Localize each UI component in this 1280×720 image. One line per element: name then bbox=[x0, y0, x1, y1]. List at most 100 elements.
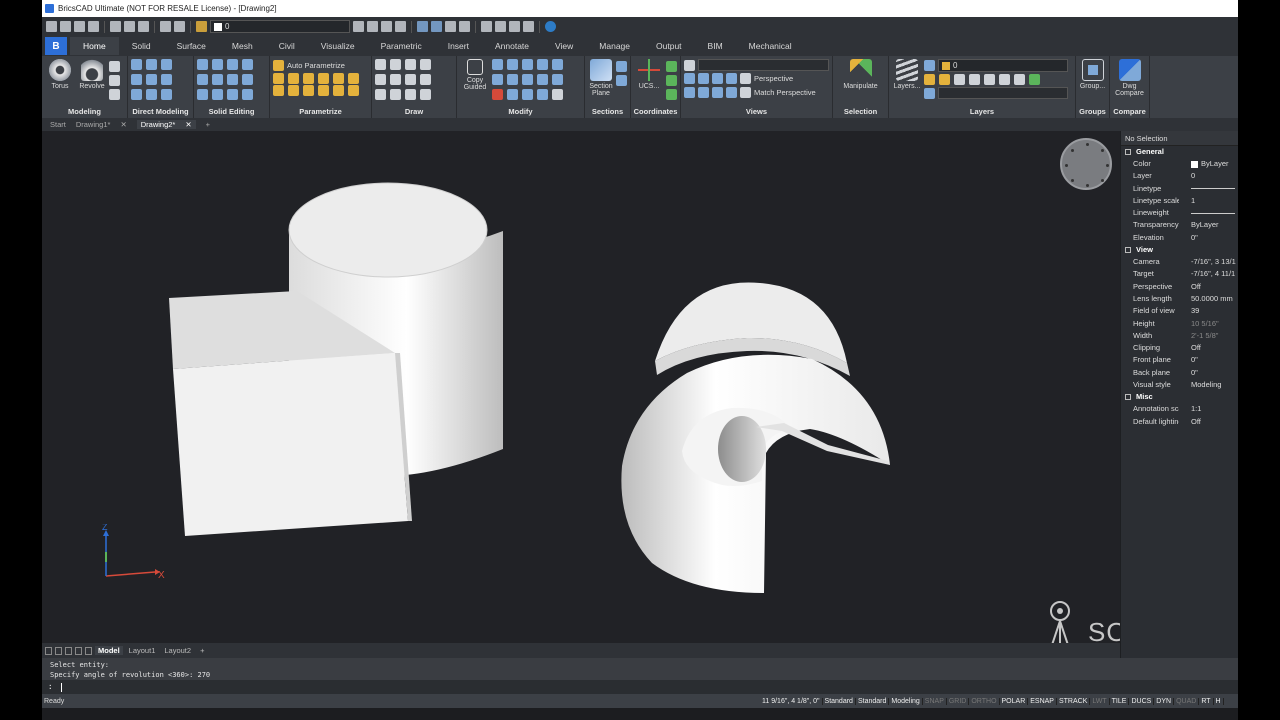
property-row[interactable]: Clipping Off bbox=[1121, 342, 1238, 354]
array-icon[interactable] bbox=[537, 74, 548, 85]
property-row[interactable]: Default lighting Off bbox=[1121, 416, 1238, 428]
interfere-icon[interactable] bbox=[197, 89, 208, 100]
pattern-icon[interactable] bbox=[333, 85, 344, 96]
intersect-icon[interactable] bbox=[227, 59, 238, 70]
delete-faces-icon[interactable] bbox=[161, 74, 172, 85]
add-layout-button[interactable]: + bbox=[197, 646, 207, 655]
property-value[interactable]: Off bbox=[1179, 281, 1238, 293]
undo-icon[interactable] bbox=[160, 21, 171, 32]
section-plane-button[interactable]: Section Plane bbox=[588, 59, 614, 107]
status-toggle-modeling[interactable]: Modeling bbox=[889, 697, 923, 705]
property-row[interactable]: Transparency ByLayer bbox=[1121, 219, 1238, 231]
tab-insert[interactable]: Insert bbox=[435, 37, 482, 55]
property-row[interactable]: Lens length 50.0000 mm bbox=[1121, 293, 1238, 305]
property-value[interactable]: 2'-1 5/8" bbox=[1179, 330, 1238, 342]
angle-constraint-icon[interactable] bbox=[303, 85, 314, 96]
tab-layout2[interactable]: Layout2 bbox=[161, 646, 194, 655]
erase-icon[interactable] bbox=[367, 21, 378, 32]
ucs-previous-icon[interactable] bbox=[666, 75, 677, 86]
property-row[interactable]: Visual style Modeling bbox=[1121, 379, 1238, 391]
layer-state-icon[interactable] bbox=[196, 21, 207, 32]
shell-icon[interactable] bbox=[197, 74, 208, 85]
region-icon[interactable] bbox=[420, 89, 431, 100]
section-misc[interactable]: Misc bbox=[1121, 391, 1238, 403]
arc-icon[interactable] bbox=[390, 59, 401, 70]
doc-tab-drawing1[interactable]: Drawing1* ✕ bbox=[76, 120, 127, 129]
model-viewport[interactable]: X Z SOURCEC bbox=[42, 131, 1120, 643]
view-3d-icon[interactable] bbox=[712, 73, 723, 84]
structure-icon[interactable] bbox=[509, 21, 520, 32]
sweep-icon[interactable] bbox=[242, 89, 253, 100]
tab-view[interactable]: View bbox=[542, 37, 586, 55]
section-view[interactable]: View bbox=[1121, 244, 1238, 256]
application-menu-button[interactable]: B bbox=[45, 37, 67, 55]
first-layout-icon[interactable] bbox=[45, 646, 52, 655]
new-file-icon[interactable] bbox=[46, 21, 57, 32]
status-toggle-ducs[interactable]: DUCS bbox=[1129, 697, 1155, 705]
layer-states-combo[interactable] bbox=[938, 87, 1068, 99]
tab-layout1[interactable]: Layout1 bbox=[126, 646, 159, 655]
property-value[interactable]: 39 bbox=[1179, 305, 1238, 317]
donut-icon[interactable] bbox=[405, 89, 416, 100]
close-tab-icon[interactable]: ✕ bbox=[185, 120, 191, 129]
polygon-icon[interactable] bbox=[375, 89, 386, 100]
doc-tab-drawing2[interactable]: Drawing2* ✕ bbox=[136, 120, 196, 129]
tab-visualize[interactable]: Visualize bbox=[308, 37, 368, 55]
tab-home[interactable]: Home bbox=[70, 37, 119, 55]
tab-parametric[interactable]: Parametric bbox=[368, 37, 435, 55]
subtract-icon[interactable] bbox=[212, 59, 223, 70]
property-row[interactable]: Front plane 0" bbox=[1121, 354, 1238, 366]
dwg-compare-button[interactable]: Dwg Compare bbox=[1113, 59, 1146, 107]
manipulate-button[interactable]: Manipulate bbox=[839, 59, 883, 107]
offset-icon[interactable] bbox=[522, 74, 533, 85]
delete-icon[interactable] bbox=[492, 89, 503, 100]
property-row[interactable]: Field of view 39 bbox=[1121, 305, 1238, 317]
status-toggle-snap[interactable]: SNAP bbox=[923, 697, 947, 705]
mirror-icon[interactable] bbox=[537, 59, 548, 70]
box-and-cylinder-solid[interactable] bbox=[169, 182, 503, 536]
property-row[interactable]: Target -7/16", 4 11/1 bbox=[1121, 268, 1238, 280]
push-pull-icon[interactable] bbox=[131, 59, 142, 70]
tab-surface[interactable]: Surface bbox=[164, 37, 219, 55]
trim-icon[interactable] bbox=[492, 74, 503, 85]
previous-layout-icon[interactable] bbox=[55, 646, 62, 655]
layer-combo[interactable]: 0 bbox=[210, 20, 350, 33]
cylinder-icon[interactable] bbox=[109, 75, 120, 86]
polyline-icon[interactable] bbox=[375, 59, 386, 70]
status-toggle-esnap[interactable]: ESNAP bbox=[1028, 697, 1057, 705]
status-toggle-rt[interactable]: RT bbox=[1199, 697, 1214, 705]
add-document-tab-button[interactable]: + bbox=[206, 120, 210, 129]
parameters-icon[interactable] bbox=[348, 85, 359, 96]
properties-icon[interactable] bbox=[481, 21, 492, 32]
print-preview-icon[interactable] bbox=[124, 21, 135, 32]
rotate-icon[interactable] bbox=[507, 59, 518, 70]
copy-guided-button[interactable]: Copy Guided bbox=[460, 59, 490, 107]
print-icon[interactable] bbox=[110, 21, 121, 32]
copy-faces-icon[interactable] bbox=[146, 89, 157, 100]
tangent-constraint-icon[interactable] bbox=[348, 73, 359, 84]
navigate-icon[interactable] bbox=[459, 21, 470, 32]
status-toggle-ortho[interactable]: ORTHO bbox=[969, 697, 1000, 705]
view-iso-icon[interactable] bbox=[712, 87, 723, 98]
loft-icon[interactable] bbox=[227, 89, 238, 100]
ucs-world-icon[interactable] bbox=[666, 61, 677, 72]
revolve-button[interactable]: Revolve bbox=[77, 59, 107, 107]
radius-constraint-icon[interactable] bbox=[288, 85, 299, 96]
group-button[interactable]: Group... bbox=[1079, 59, 1106, 107]
fillet-icon[interactable] bbox=[552, 74, 563, 85]
property-value[interactable]: 1 bbox=[1179, 195, 1238, 207]
property-value[interactable]: Modeling bbox=[1179, 379, 1238, 391]
property-value[interactable]: 0 bbox=[1179, 170, 1238, 182]
status-toggle-standard[interactable]: Standard bbox=[823, 697, 856, 705]
tab-annotate[interactable]: Annotate bbox=[482, 37, 542, 55]
extrude-icon[interactable] bbox=[212, 89, 223, 100]
view-bottom-icon[interactable] bbox=[726, 87, 737, 98]
circle-icon[interactable] bbox=[405, 59, 416, 70]
drawing-explorer-icon[interactable] bbox=[495, 21, 506, 32]
match-properties-icon[interactable] bbox=[353, 21, 364, 32]
property-value[interactable]: Off bbox=[1179, 342, 1238, 354]
slice-icon[interactable] bbox=[242, 59, 253, 70]
layer-walk-icon[interactable] bbox=[1029, 74, 1040, 85]
property-value[interactable]: -7/16", 3 13/1 bbox=[1179, 256, 1238, 268]
status-toggle-quad[interactable]: QUAD bbox=[1174, 697, 1200, 705]
